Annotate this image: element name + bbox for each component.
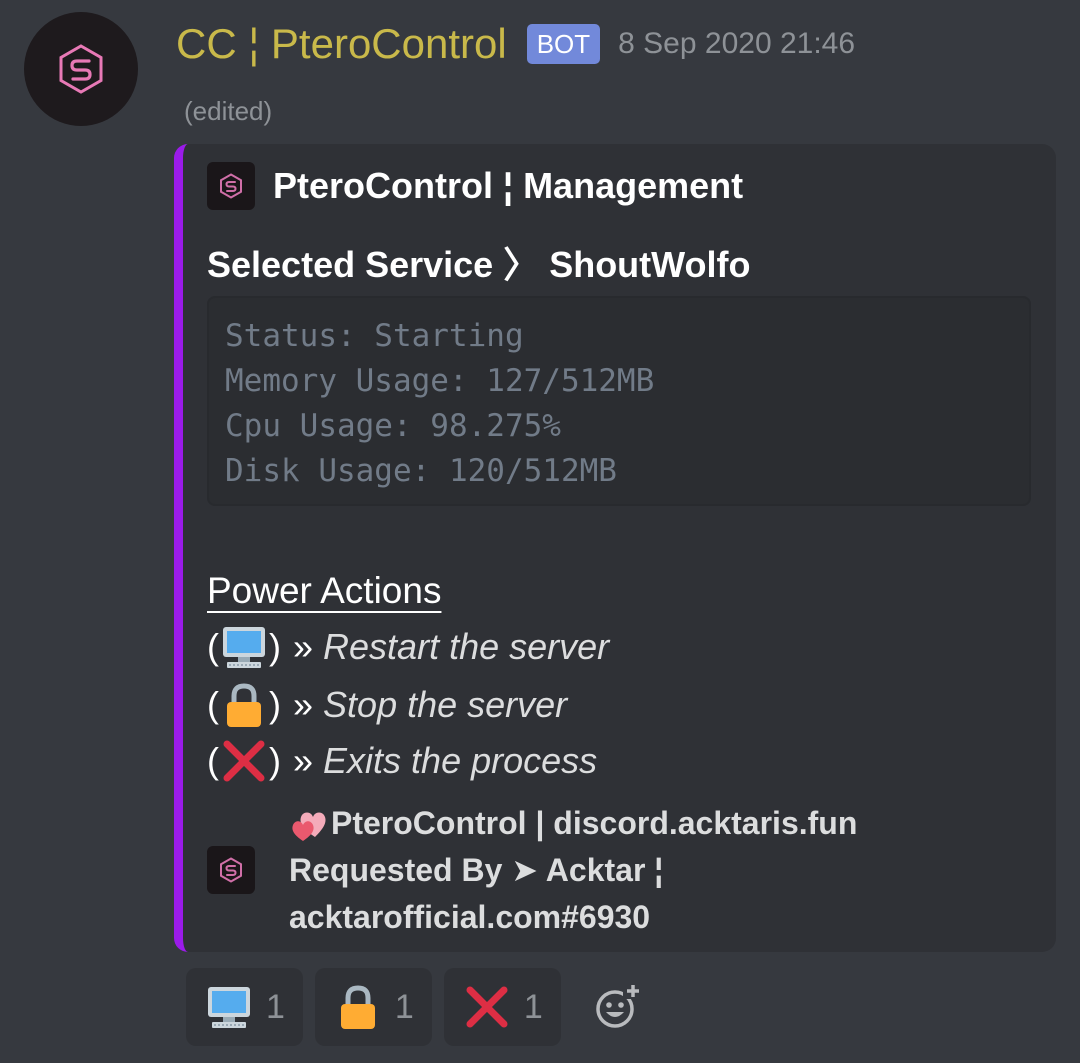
paren-open: ( — [207, 684, 219, 725]
separator: » — [293, 626, 314, 667]
reaction-lock[interactable]: 1 — [314, 968, 432, 1046]
two-hearts-icon — [289, 803, 331, 845]
power-actions-heading: Power Actions — [207, 570, 442, 611]
reaction-count: 1 — [266, 987, 285, 1026]
status-codeblock: Status: Starting Memory Usage: 127/512MB C… — [207, 296, 1031, 506]
edited-label: (edited) — [184, 96, 273, 126]
code-line-memory: Memory Usage: 127/512MB — [225, 363, 655, 399]
computer-icon — [204, 982, 254, 1032]
embed-footer: PteroControl | discord.acktaris.fun Requ… — [289, 800, 857, 941]
lock-icon — [333, 982, 383, 1032]
action-restart: ( ) » Restart the server — [207, 622, 609, 672]
cross-mark-icon — [219, 736, 269, 786]
lock-icon — [219, 680, 269, 730]
action-exit: ( ) » Exits the process — [207, 736, 597, 786]
action-stop: ( ) » Stop the server — [207, 680, 567, 730]
embed-author-name: PteroControl ¦ Management — [273, 165, 744, 206]
paren-close: ) — [269, 740, 281, 781]
footer-line-1: PteroControl | discord.acktaris.fun — [289, 800, 857, 847]
paren-open: ( — [207, 626, 219, 667]
code-line-disk: Disk Usage: 120/512MB — [225, 453, 617, 489]
username[interactable]: CC ¦ PteroControl — [176, 20, 507, 68]
footer-line-3: acktarofficial.com#6930 — [289, 899, 651, 935]
reaction-count: 1 — [523, 987, 543, 1026]
separator: » — [293, 684, 314, 725]
pterocontrol-logo-icon — [59, 44, 103, 94]
computer-icon — [219, 622, 269, 672]
code-line-cpu: Cpu Usage: 98.275% — [225, 408, 561, 444]
message-header: CC ¦ PteroControl BOT 8 Sep 2020 21:46 — [176, 20, 855, 68]
footer-text-1: PteroControl | discord.acktaris.fun — [331, 805, 858, 841]
action-text: Stop the server — [323, 684, 568, 725]
reaction-count: 1 — [394, 987, 414, 1026]
embed-author: PteroControl ¦ Management — [207, 162, 743, 210]
pterocontrol-logo-icon — [207, 846, 255, 894]
add-reaction-button[interactable] — [593, 983, 641, 1031]
add-reaction-icon — [596, 983, 641, 1028]
paren-close: ) — [269, 684, 281, 725]
paren-close: ) — [269, 626, 281, 667]
footer-logo — [207, 846, 255, 894]
footer-line-2: Requested By ➤ Acktar ¦ — [289, 852, 664, 888]
embed-title: Selected Service 〉 ShoutWolfo — [207, 244, 751, 285]
action-text: Exits the process — [323, 740, 598, 781]
bot-avatar[interactable] — [24, 12, 138, 126]
reaction-cross[interactable]: 1 — [443, 968, 561, 1046]
code-line-status: Status: Starting — [225, 318, 524, 354]
pterocontrol-logo-icon — [207, 162, 255, 210]
paren-open: ( — [207, 740, 219, 781]
reaction-computer[interactable]: 1 — [186, 968, 303, 1046]
cross-mark-icon — [462, 982, 512, 1032]
timestamp: 8 Sep 2020 21:46 — [618, 27, 856, 60]
reactions-bar: 1 1 1 — [186, 968, 641, 1046]
bot-tag: BOT — [526, 24, 601, 64]
separator: » — [293, 740, 314, 781]
action-text: Restart the server — [323, 626, 610, 667]
embed-card: PteroControl ¦ Management Selected Servi… — [174, 144, 1056, 952]
